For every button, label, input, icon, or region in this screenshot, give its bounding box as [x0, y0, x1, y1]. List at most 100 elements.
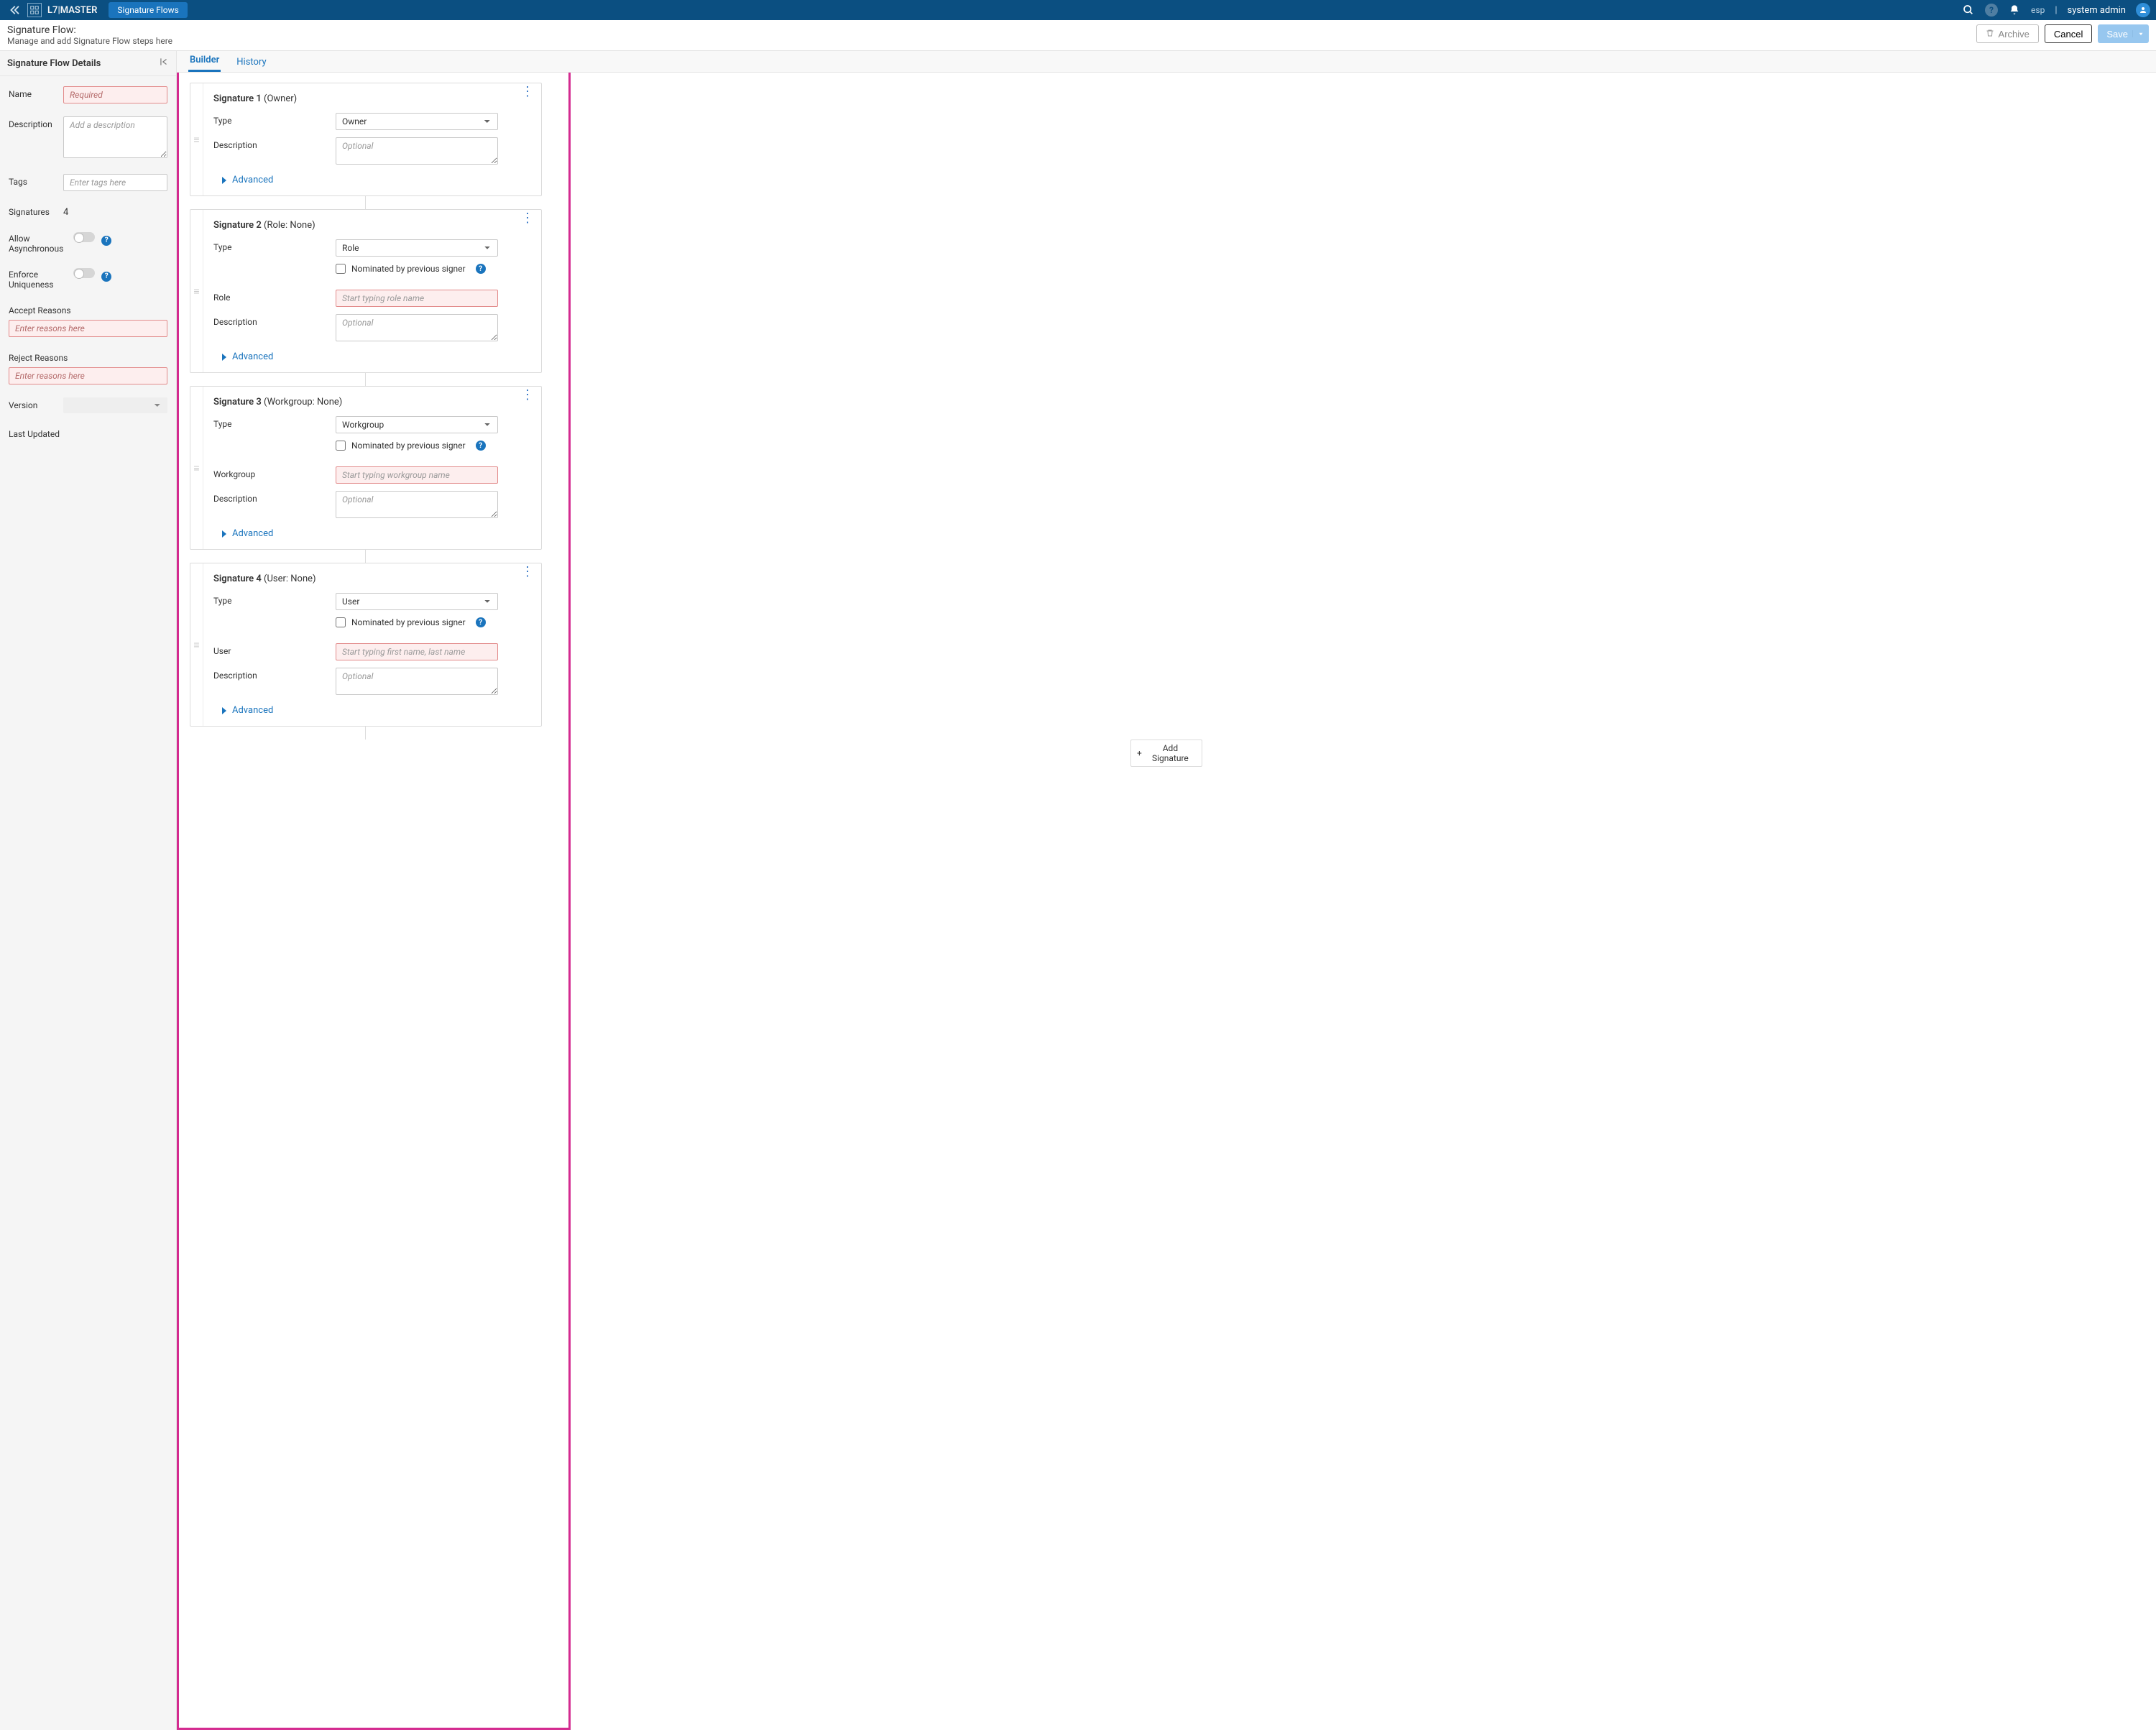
advanced-toggle[interactable]: Advanced: [222, 351, 498, 362]
allow-async-toggle[interactable]: [73, 232, 95, 242]
info-icon[interactable]: ?: [476, 264, 486, 274]
signature-title: Signature 4 (User: None): [213, 574, 498, 584]
tab-builder[interactable]: Builder: [188, 51, 221, 72]
search-icon[interactable]: [1962, 4, 1975, 17]
role-input[interactable]: [336, 290, 498, 307]
back-button[interactable]: [6, 1, 23, 19]
connector-line: [365, 196, 366, 209]
save-button[interactable]: Save: [2098, 24, 2149, 43]
archive-label: Archive: [1999, 29, 2030, 40]
signature-title: Signature 2 (Role: None): [213, 220, 498, 231]
locale-label[interactable]: esp: [2031, 5, 2045, 15]
tab-history[interactable]: History: [235, 52, 267, 72]
avatar[interactable]: [2136, 3, 2150, 17]
drag-handle-icon[interactable]: ≡: [190, 83, 203, 195]
nominated-label: Nominated by previous signer: [351, 441, 466, 451]
kebab-menu-icon[interactable]: ⋮: [521, 217, 534, 220]
tags-input[interactable]: [63, 174, 167, 191]
kebab-menu-icon[interactable]: ⋮: [521, 394, 534, 397]
signature-card: ⋮ ≡ Signature 2 (Role: None) Type Role N…: [190, 209, 542, 373]
add-signature-label: Add Signature: [1145, 743, 1196, 763]
header-tab[interactable]: Signature Flows: [109, 2, 187, 18]
description-textarea[interactable]: [336, 491, 498, 518]
chevron-down-icon: [2132, 30, 2145, 37]
signatures-count: 4: [63, 204, 167, 218]
info-icon[interactable]: ?: [101, 236, 111, 246]
info-icon[interactable]: ?: [476, 617, 486, 627]
version-label: Version: [9, 397, 63, 413]
info-icon[interactable]: ?: [101, 272, 111, 282]
desc-label: Description: [213, 491, 336, 504]
caret-right-icon: [222, 707, 226, 714]
type-select[interactable]: Role: [336, 239, 498, 257]
caret-right-icon: [222, 354, 226, 361]
signature-title: Signature 3 (Workgroup: None): [213, 397, 498, 407]
topbar: L7|MASTER Signature Flows ? esp | system…: [0, 0, 2156, 20]
kebab-menu-icon[interactable]: ⋮: [521, 91, 534, 93]
description-label: Description: [9, 116, 63, 161]
advanced-label: Advanced: [232, 705, 273, 716]
nominated-checkbox[interactable]: [336, 617, 346, 627]
workgroup-input[interactable]: [336, 466, 498, 484]
drag-handle-icon[interactable]: ≡: [190, 210, 203, 372]
add-signature-button[interactable]: + Add Signature: [1130, 740, 1202, 767]
username-label[interactable]: system admin: [2068, 5, 2127, 16]
signature-card: ⋮ ≡ Signature 4 (User: None) Type User N…: [190, 563, 542, 727]
content-area: Builder History ⋮ ≡ Signature 1 (Owner) …: [177, 51, 2156, 1730]
collapse-icon[interactable]: [159, 57, 169, 70]
reject-reasons-input[interactable]: [9, 367, 167, 384]
builder-scroll[interactable]: ⋮ ≡ Signature 1 (Owner) Type Owner Descr…: [177, 73, 2156, 1730]
subheader: Signature Flow: Manage and add Signature…: [0, 20, 2156, 51]
header-tab-label: Signature Flows: [117, 5, 178, 15]
save-label: Save: [2106, 29, 2128, 40]
divider: |: [2055, 5, 2057, 16]
type-label: Type: [213, 113, 336, 126]
accept-reasons-input[interactable]: [9, 320, 167, 337]
reject-reasons-label: Reject Reasons: [9, 350, 167, 363]
type-select[interactable]: Workgroup: [336, 416, 498, 433]
drag-handle-icon[interactable]: ≡: [190, 563, 203, 726]
type-label: Type: [213, 416, 336, 429]
desc-label: Description: [213, 137, 336, 150]
signature-card: ⋮ ≡ Signature 3 (Workgroup: None) Type W…: [190, 386, 542, 550]
advanced-toggle[interactable]: Advanced: [222, 705, 498, 716]
advanced-label: Advanced: [232, 175, 273, 185]
cancel-label: Cancel: [2054, 29, 2083, 40]
advanced-toggle[interactable]: Advanced: [222, 528, 498, 539]
caret-right-icon: [222, 177, 226, 184]
tabs: Builder History: [177, 51, 2156, 73]
archive-button[interactable]: Archive: [1976, 24, 2039, 43]
version-select[interactable]: [63, 397, 167, 413]
type-label: Type: [213, 239, 336, 252]
tab-builder-label: Builder: [190, 55, 219, 65]
type-select[interactable]: Owner: [336, 113, 498, 130]
signatures-label: Signatures: [9, 204, 63, 218]
connector-line: [365, 727, 366, 740]
kebab-menu-icon[interactable]: ⋮: [521, 571, 534, 574]
desc-label: Description: [213, 314, 336, 327]
advanced-label: Advanced: [232, 528, 273, 539]
bell-icon[interactable]: [2008, 4, 2021, 17]
app-logo-icon: [27, 3, 42, 17]
nominated-checkbox[interactable]: [336, 264, 346, 274]
advanced-toggle[interactable]: Advanced: [222, 175, 498, 185]
description-textarea[interactable]: [63, 116, 167, 158]
last-updated-label: Last Updated: [9, 426, 167, 439]
info-icon[interactable]: ?: [476, 441, 486, 451]
type-select[interactable]: User: [336, 593, 498, 610]
nominated-label: Nominated by previous signer: [351, 617, 466, 627]
description-textarea[interactable]: [336, 314, 498, 341]
cancel-button[interactable]: Cancel: [2045, 24, 2092, 43]
help-icon[interactable]: ?: [1985, 4, 1998, 17]
connector-line: [365, 373, 366, 386]
nominated-checkbox[interactable]: [336, 441, 346, 451]
advanced-label: Advanced: [232, 351, 273, 362]
extra-field-label: User: [213, 643, 336, 656]
name-input[interactable]: [63, 86, 167, 103]
enforce-uniq-toggle[interactable]: [73, 268, 95, 278]
desc-label: Description: [213, 668, 336, 681]
drag-handle-icon[interactable]: ≡: [190, 387, 203, 549]
user-input[interactable]: [336, 643, 498, 660]
description-textarea[interactable]: [336, 137, 498, 165]
description-textarea[interactable]: [336, 668, 498, 695]
